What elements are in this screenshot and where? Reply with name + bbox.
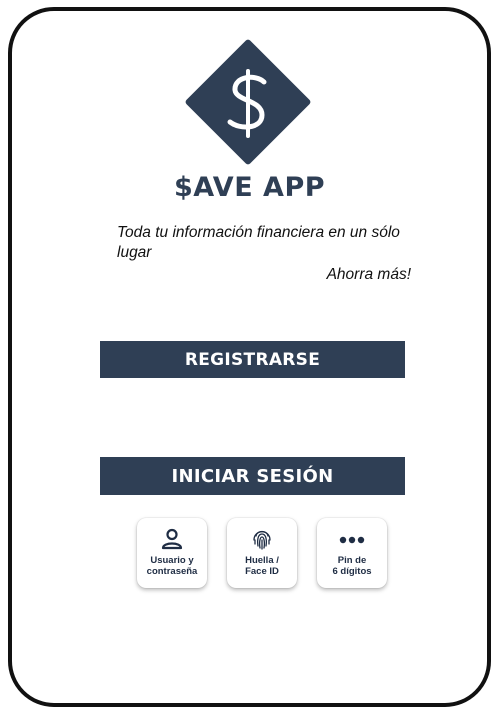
dots-icon	[339, 536, 365, 544]
app-title: $AVE APP	[173, 172, 326, 203]
slogan-text: Ahorra más!	[326, 266, 411, 283]
auth-pin-label: Pin de 6 dígitos	[332, 555, 372, 577]
auth-pin-button[interactable]: Pin de 6 dígitos	[317, 518, 387, 588]
app-logo	[184, 38, 312, 166]
tagline-text: Toda tu información financiera en un sól…	[117, 224, 400, 261]
register-button[interactable]: REGISTRARSE	[100, 341, 405, 378]
auth-fingerprint-button[interactable]: Huella / Face ID	[227, 518, 297, 588]
fingerprint-icon	[253, 530, 271, 550]
auth-methods-row: Usuario y contraseña Huella / Face ID Pi…	[137, 518, 389, 590]
auth-fingerprint-label: Huella / Face ID	[245, 555, 279, 577]
dollar-sign-icon	[227, 69, 267, 138]
auth-user-password-button[interactable]: Usuario y contraseña	[137, 518, 207, 588]
login-button[interactable]: INICIAR SESIÓN	[100, 457, 405, 495]
user-icon	[161, 528, 183, 550]
auth-user-password-label: Usuario y contraseña	[146, 555, 198, 577]
